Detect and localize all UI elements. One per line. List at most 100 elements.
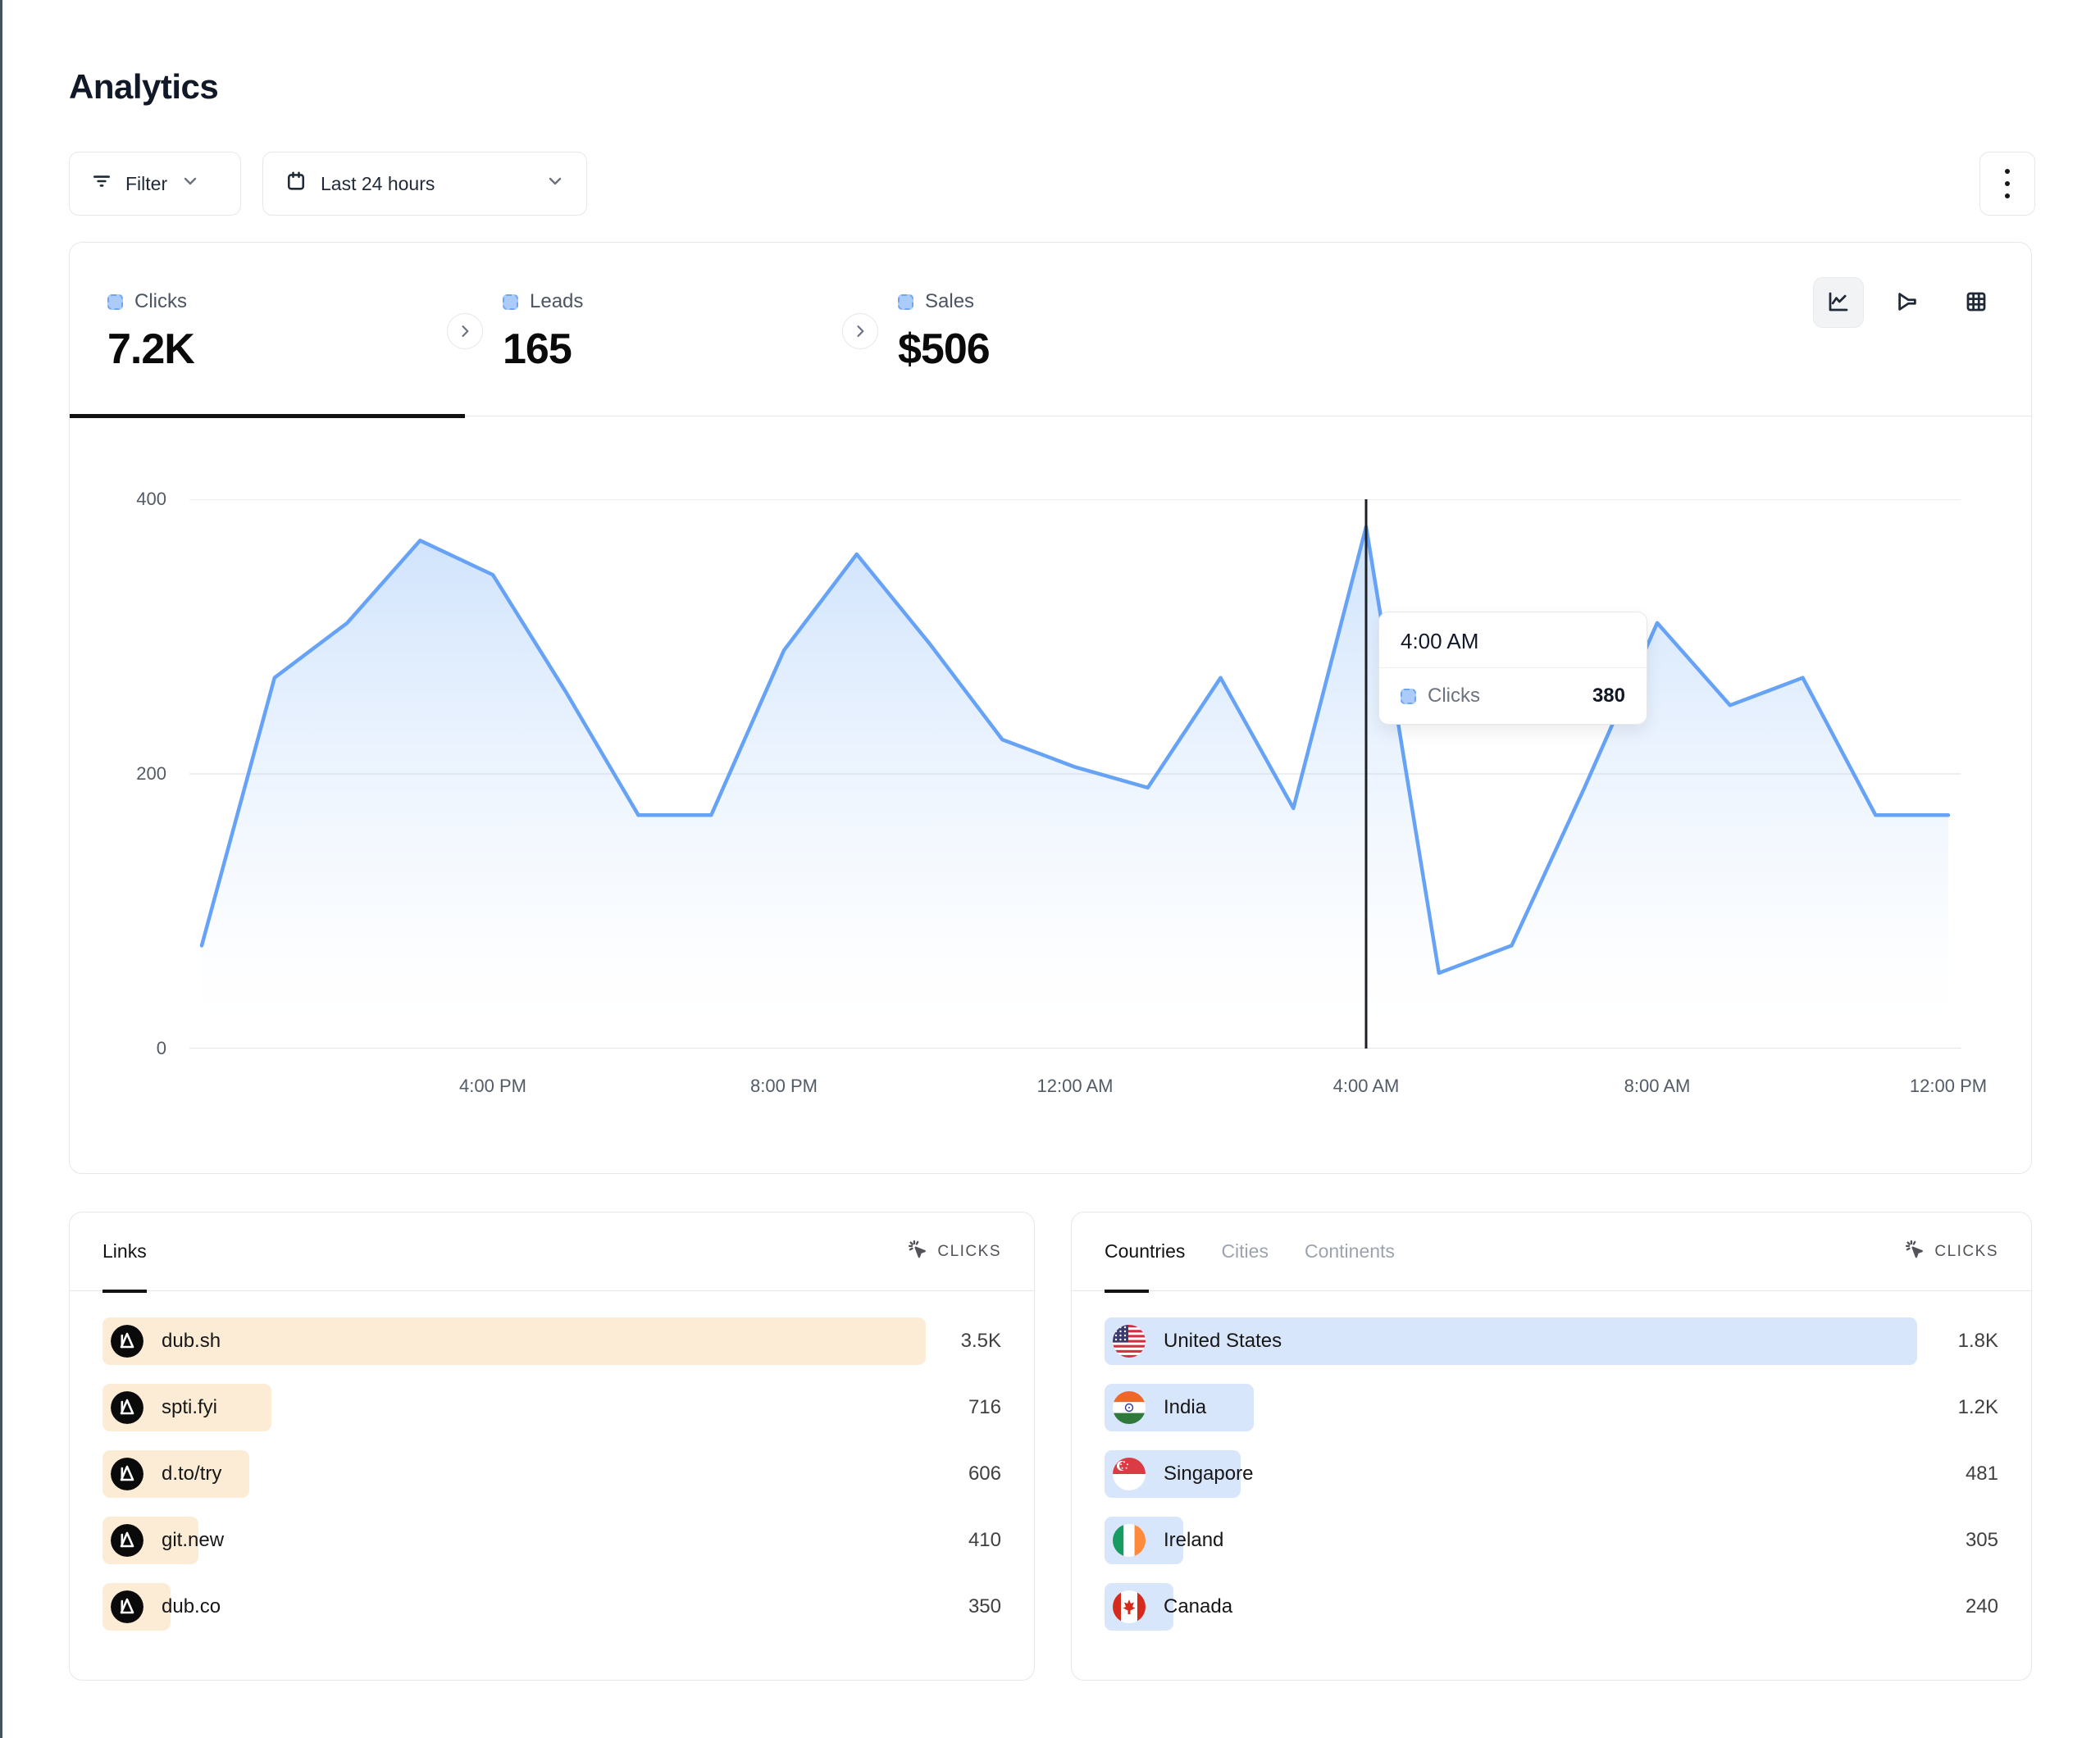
stat-tab-label: Clicks xyxy=(134,290,187,313)
tab-countries[interactable]: Countries xyxy=(1105,1213,1185,1291)
cursor-click-icon xyxy=(906,1238,929,1266)
grid-icon xyxy=(1964,289,1988,316)
filter-button[interactable]: Filter xyxy=(69,152,241,216)
dub-logo-icon xyxy=(111,1458,143,1490)
y-axis-tick: 400 xyxy=(94,489,166,510)
window-left-edge xyxy=(0,0,2,1738)
x-axis-tick: 8:00 PM xyxy=(750,1076,818,1097)
expand-stat-chevron[interactable] xyxy=(842,313,878,349)
link-row[interactable]: spti.fyi 716 xyxy=(102,1384,1001,1431)
links-panel-header: Links CLICKS xyxy=(70,1213,1034,1291)
country-row[interactable]: India 1.2K xyxy=(1105,1384,1998,1431)
link-value: 716 xyxy=(968,1396,1001,1419)
countries-panel-header: Countries Cities Continents CLICKS xyxy=(1072,1213,2031,1291)
us-flag-icon xyxy=(1113,1325,1146,1358)
tooltip-time: 4:00 AM xyxy=(1379,612,1647,668)
tab-cities[interactable]: Cities xyxy=(1221,1213,1269,1291)
expand-stat-chevron[interactable] xyxy=(447,313,483,349)
stats-tabs: Clicks 7.2K Leads 165Sales$506 xyxy=(70,243,1255,416)
link-bar xyxy=(102,1317,926,1365)
chart-view-toggles xyxy=(1813,277,2002,328)
stat-tab-value: 7.2K xyxy=(107,325,465,374)
country-row[interactable]: Canada 240 xyxy=(1105,1583,1998,1631)
ca-flag-icon xyxy=(1113,1590,1146,1623)
line-chart-view-button[interactable] xyxy=(1813,277,1864,328)
clicks-area-chart[interactable] xyxy=(189,499,1961,1049)
x-axis-tick: 8:00 AM xyxy=(1624,1076,1691,1097)
chevron-right-icon xyxy=(457,323,473,339)
link-value: 410 xyxy=(968,1529,1001,1552)
link-row[interactable]: git.new 410 xyxy=(102,1517,1001,1564)
table-view-button[interactable] xyxy=(1951,277,2002,328)
country-value: 1.8K xyxy=(1958,1330,1998,1353)
link-label: git.new xyxy=(162,1529,224,1552)
country-value: 481 xyxy=(1966,1463,1998,1485)
filter-button-label: Filter xyxy=(125,173,167,195)
country-label: Canada xyxy=(1164,1595,1232,1618)
link-label: d.to/try xyxy=(162,1463,221,1485)
stat-tab-clicks[interactable]: Clicks 7.2K xyxy=(70,243,465,416)
stat-tab-value: $506 xyxy=(898,325,1255,374)
x-axis-tick: 12:00 PM xyxy=(1910,1076,1987,1097)
ie-flag-icon xyxy=(1113,1524,1146,1557)
chart-area-fill xyxy=(202,527,1948,1049)
chevron-right-icon xyxy=(852,323,868,339)
country-value: 1.2K xyxy=(1958,1396,1998,1419)
chart-tooltip: 4:00 AM Clicks 380 xyxy=(1378,612,1647,725)
country-row[interactable]: Singapore 481 xyxy=(1105,1450,1998,1498)
stat-tab-label: Leads xyxy=(530,290,583,313)
stat-tab-leads[interactable]: Leads 165 xyxy=(465,243,860,416)
link-label: spti.fyi xyxy=(162,1396,217,1419)
countries-panel: Countries Cities Continents CLICKS United S… xyxy=(1071,1212,2032,1681)
x-axis-tick: 4:00 AM xyxy=(1333,1076,1400,1097)
legend-swatch xyxy=(107,294,123,310)
x-axis-tick: 12:00 AM xyxy=(1037,1076,1114,1097)
link-label: dub.co xyxy=(162,1595,221,1618)
link-row[interactable]: dub.co 350 xyxy=(102,1583,1001,1631)
x-axis-tick: 4:00 PM xyxy=(459,1076,526,1097)
country-row[interactable]: United States1.8K xyxy=(1105,1317,1998,1365)
legend-swatch xyxy=(898,294,913,310)
chevron-down-icon xyxy=(545,171,565,196)
stat-tab-value: 165 xyxy=(503,325,860,374)
analytics-chart-card: Clicks 7.2K Leads 165Sales$506 xyxy=(69,242,2032,1174)
link-label: dub.sh xyxy=(162,1330,221,1353)
link-value: 606 xyxy=(968,1463,1001,1485)
countries-metric-label: CLICKS xyxy=(1934,1243,1998,1261)
country-row[interactable]: Ireland 305 xyxy=(1105,1517,1998,1564)
funnel-view-button[interactable] xyxy=(1882,277,1933,328)
country-value: 305 xyxy=(1966,1529,1998,1552)
tab-continents[interactable]: Continents xyxy=(1305,1213,1395,1291)
stats-tabs-row: Clicks 7.2K Leads 165Sales$506 xyxy=(70,243,2031,416)
in-flag-icon xyxy=(1113,1391,1146,1424)
y-axis-tick: 0 xyxy=(94,1038,166,1059)
cursor-click-icon xyxy=(1903,1238,1926,1266)
tooltip-value: 380 xyxy=(1592,685,1625,707)
links-list: dub.sh 3.5K spti.fyi 716 d.to/try 606 git.new 4… xyxy=(102,1317,1001,1631)
y-axis-tick: 200 xyxy=(94,763,166,785)
link-row[interactable]: dub.sh 3.5K xyxy=(102,1317,1001,1365)
tab-links[interactable]: Links xyxy=(102,1213,147,1291)
link-value: 350 xyxy=(968,1595,1001,1618)
date-range-button[interactable]: Last 24 hours xyxy=(262,152,587,216)
calendar-icon xyxy=(285,170,307,198)
sg-flag-icon xyxy=(1113,1458,1146,1490)
clicks-legend-swatch xyxy=(1401,689,1416,704)
links-metric-selector[interactable]: CLICKS xyxy=(906,1238,1001,1266)
dub-logo-icon xyxy=(111,1524,143,1557)
country-value: 240 xyxy=(1966,1595,1998,1618)
tooltip-series-label: Clicks xyxy=(1428,685,1480,707)
country-label: Singapore xyxy=(1164,1463,1253,1485)
dub-logo-icon xyxy=(111,1590,143,1623)
country-label: India xyxy=(1164,1396,1206,1419)
more-options-button[interactable] xyxy=(1979,152,2035,216)
link-value: 3.5K xyxy=(961,1330,1001,1353)
countries-metric-selector[interactable]: CLICKS xyxy=(1903,1238,1998,1266)
funnel-icon xyxy=(1895,289,1920,316)
link-row[interactable]: d.to/try 606 xyxy=(102,1450,1001,1498)
dub-logo-icon xyxy=(111,1391,143,1424)
country-label: Ireland xyxy=(1164,1529,1223,1552)
links-metric-label: CLICKS xyxy=(937,1243,1001,1261)
chevron-down-icon xyxy=(180,171,200,196)
stat-tab-sales[interactable]: Sales$506 xyxy=(860,243,1255,416)
